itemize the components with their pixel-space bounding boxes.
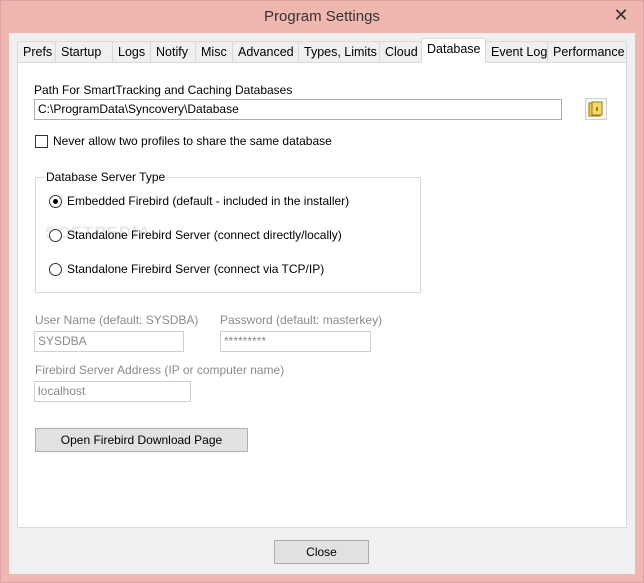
share-database-checkbox[interactable] xyxy=(35,135,48,148)
window-title: Program Settings xyxy=(264,8,380,25)
username-input[interactable]: SYSDBA xyxy=(34,331,184,352)
tab-advanced[interactable]: Advanced xyxy=(232,41,299,62)
share-database-label: Never allow two profiles to share the sa… xyxy=(53,134,332,148)
title-bar: Program Settings ✕ xyxy=(1,1,643,33)
standalone-local-label: Standalone Firebird Server (connect dire… xyxy=(67,228,342,242)
folder-icon xyxy=(588,101,603,117)
tab-prefs[interactable]: Prefs xyxy=(17,41,56,62)
open-firebird-download-button[interactable]: Open Firebird Download Page xyxy=(35,428,248,452)
tab-database[interactable]: Database xyxy=(421,38,486,63)
tab-misc[interactable]: Misc xyxy=(195,41,233,62)
radio-selected-dot xyxy=(53,199,58,204)
dialog-client: Prefs Startup Logs Notify Misc Advanced … xyxy=(9,33,635,574)
database-tab-panel: Path For SmartTracking and Caching Datab… xyxy=(17,62,627,528)
radio-embedded-firebird[interactable] xyxy=(49,195,62,208)
server-type-legend: Database Server Type xyxy=(44,170,168,184)
close-icon[interactable]: ✕ xyxy=(611,5,631,25)
tab-startup[interactable]: Startup xyxy=(55,41,113,62)
browse-folder-button[interactable] xyxy=(585,98,607,120)
database-path-input[interactable]: C:\ProgramData\Syncovery\Database xyxy=(34,99,562,120)
standalone-tcpip-label: Standalone Firebird Server (connect via … xyxy=(67,262,325,276)
server-address-label: Firebird Server Address (IP or computer … xyxy=(35,363,285,377)
server-type-group: Database Server Type Embedded Firebird (… xyxy=(35,170,421,293)
tab-event-log[interactable]: Event Log xyxy=(485,41,548,62)
password-input[interactable]: ********* xyxy=(220,331,371,352)
tab-cloud[interactable]: Cloud xyxy=(379,41,422,62)
path-label: Path For SmartTracking and Caching Datab… xyxy=(34,83,293,97)
password-label: Password (default: masterkey) xyxy=(220,313,383,327)
tab-logs[interactable]: Logs xyxy=(112,41,151,62)
close-button[interactable]: Close xyxy=(274,540,369,564)
username-label: User Name (default: SYSDBA) xyxy=(35,313,199,327)
tab-performance[interactable]: Performance xyxy=(547,41,627,62)
radio-standalone-tcpip[interactable] xyxy=(49,263,62,276)
tab-notify[interactable]: Notify xyxy=(150,41,196,62)
server-address-input[interactable]: localhost xyxy=(34,381,191,402)
embedded-firebird-label: Embedded Firebird (default - included in… xyxy=(67,194,350,208)
tab-types-limits[interactable]: Types, Limits xyxy=(298,41,380,62)
program-settings-window: Program Settings ✕ Prefs Startup Logs No… xyxy=(0,0,644,583)
radio-standalone-local[interactable] xyxy=(49,229,62,242)
